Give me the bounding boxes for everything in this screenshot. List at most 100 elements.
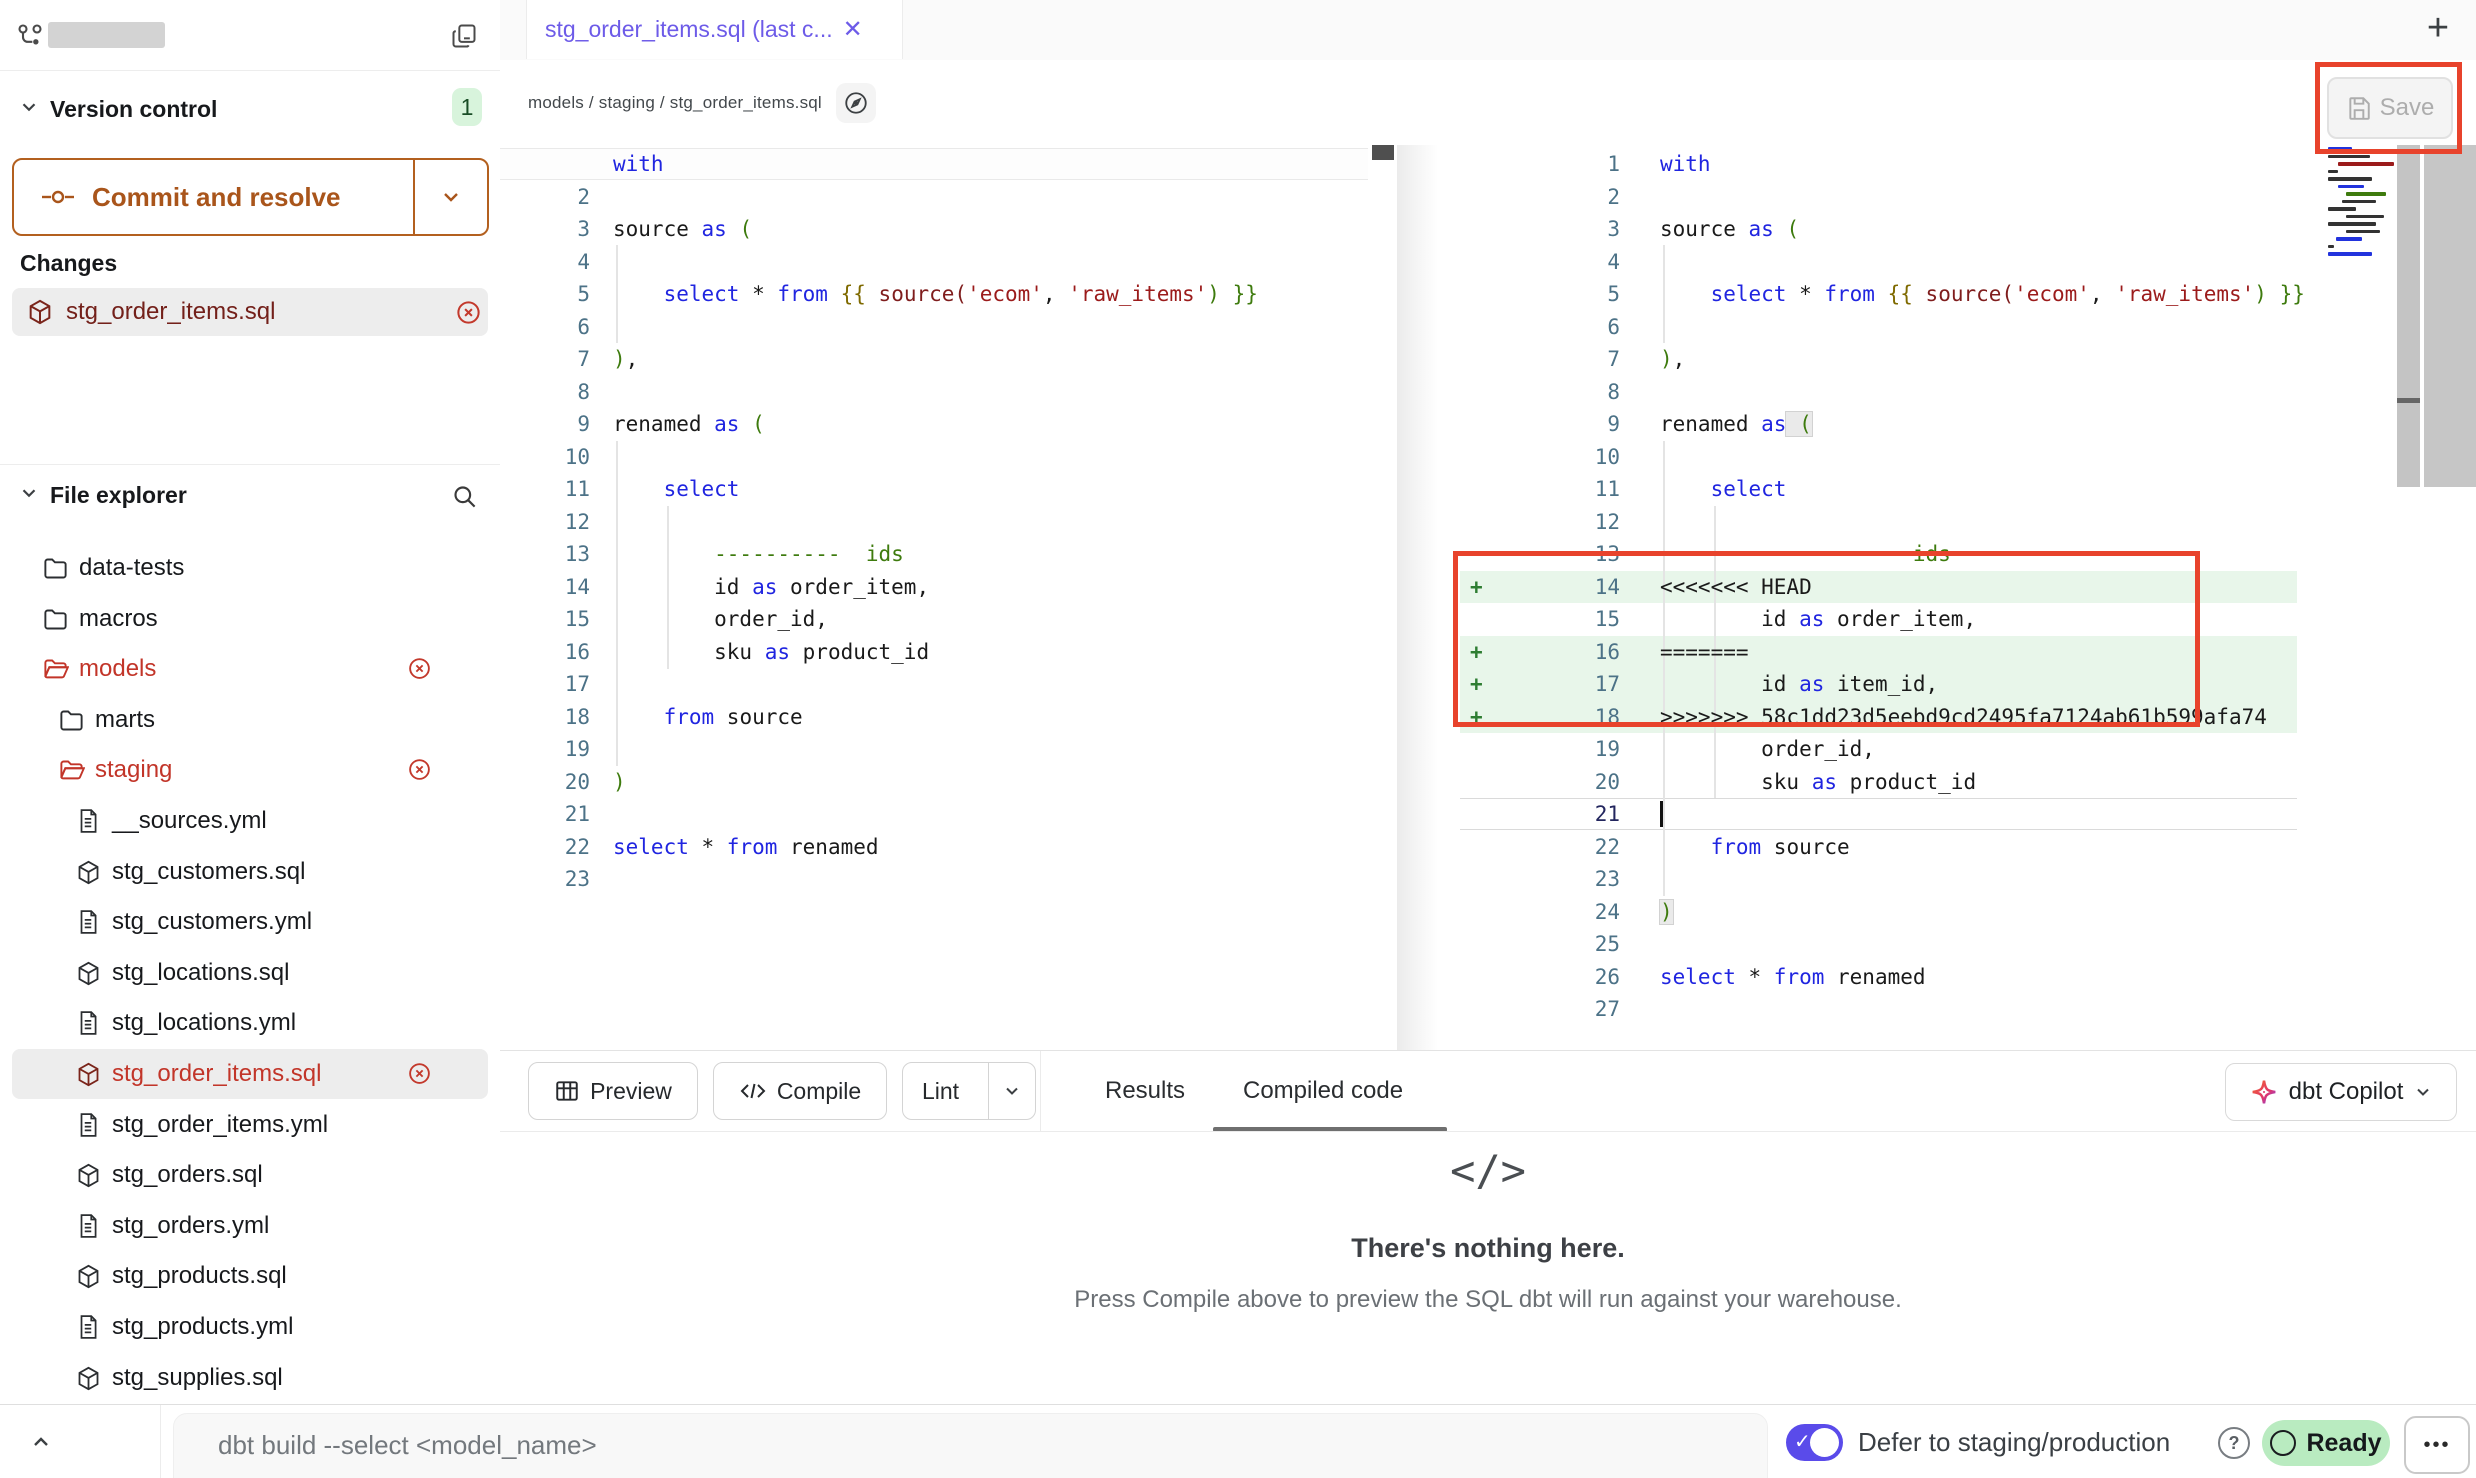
code-line-3[interactable]: 3source as ( [1460,213,2476,246]
tab-results[interactable]: Results [1105,1051,1185,1131]
minimap-slider[interactable] [2397,145,2420,487]
discard-icon[interactable] [407,656,432,681]
code-line-1[interactable]: 1with [500,148,1397,181]
editor-pane-original[interactable]: 1with23source as (45 select * from {{ so… [500,145,1397,1050]
code-line-1[interactable]: 1with [1460,148,2476,181]
code-line-7[interactable]: 7), [1460,343,2476,376]
file-item-stg_orders.sql[interactable]: stg_orders.sql [12,1150,488,1200]
minimap[interactable] [2328,147,2394,260]
file-item-stg_supplies.sql[interactable]: stg_supplies.sql [12,1353,488,1403]
code-line-5[interactable]: 5 select * from {{ source('ecom', 'raw_i… [1460,278,2476,311]
code-line-25[interactable]: 25 [1460,928,2476,961]
compile-button[interactable]: Compile [713,1062,887,1120]
changed-file-row[interactable]: stg_order_items.sql [12,288,488,336]
code-line-13[interactable]: 13 ---------- ids [500,538,1397,571]
code-line-16[interactable]: 16 sku as product_id [500,636,1397,669]
tab-stg-order-items[interactable]: stg_order_items.sql (last c... ✕ [526,0,903,59]
code-line-22[interactable]: 22select * from renamed [500,831,1397,864]
file-item-stg_products.yml[interactable]: stg_products.yml [12,1302,488,1352]
code-line-12[interactable]: 12 [500,506,1397,539]
code-line-15[interactable]: 15 id as order_item, [1460,603,2476,636]
code-line-11[interactable]: 11 select [1460,473,2476,506]
code-line-3[interactable]: 3source as ( [500,213,1397,246]
commit-and-resolve-button[interactable]: Commit and resolve [12,158,489,236]
file-item-stg_order_items.yml[interactable]: stg_order_items.yml [12,1100,488,1150]
code-line-27[interactable]: 27 [1460,993,2476,1026]
file-item-stg_locations.sql[interactable]: stg_locations.sql [12,948,488,998]
code-line-6[interactable]: 6 [1460,311,2476,344]
branch-icon[interactable] [14,20,46,52]
code-line-17[interactable]: +17 id as item_id, [1460,668,2476,701]
code-line-14[interactable]: 14 id as order_item, [500,571,1397,604]
save-button[interactable]: Save [2327,77,2453,139]
editor-pane-current[interactable]: 1with23source as (45 select * from {{ so… [1460,145,2476,1050]
left-scrollbar-thumb[interactable] [1372,145,1394,160]
code-line-13[interactable]: 13 ---------- ids [1460,538,2476,571]
copy-icon[interactable] [446,18,482,54]
code-line-19[interactable]: 19 order_id, [1460,733,2476,766]
code-line-9[interactable]: 9renamed as ( [1460,408,2476,441]
file-item-stg_customers.sql[interactable]: stg_customers.sql [12,847,488,897]
more-options-button[interactable]: ••• [2404,1416,2470,1474]
defer-toggle[interactable]: ✓ [1786,1424,1843,1461]
file-item-marts[interactable]: marts [12,695,488,745]
file-item-stg_products.sql[interactable]: stg_products.sql [12,1251,488,1301]
search-icon[interactable] [446,478,482,514]
code-line-10[interactable]: 10 [1460,441,2476,474]
expand-command-bar-icon[interactable] [16,1405,66,1478]
code-line-10[interactable]: 10 [500,441,1397,474]
code-line-15[interactable]: 15 order_id, [500,603,1397,636]
code-line-21[interactable]: 21 [500,798,1397,831]
file-explorer-collapse-icon[interactable] [14,478,44,508]
code-line-8[interactable]: 8 [1460,376,2476,409]
code-line-7[interactable]: 7), [500,343,1397,376]
code-line-17[interactable]: 17 [500,668,1397,701]
code-line-12[interactable]: 12 [1460,506,2476,539]
code-line-18[interactable]: +18>>>>>>> 58c1dd23d5eebd9cd2495fa7124ab… [1460,701,2476,734]
preview-button[interactable]: Preview [528,1062,698,1120]
version-control-collapse-icon[interactable] [14,92,44,122]
lint-dropdown-icon[interactable] [988,1063,1035,1119]
tab-close-icon[interactable]: ✕ [843,15,863,44]
code-line-18[interactable]: 18 from source [500,701,1397,734]
dbt-copilot-button[interactable]: dbt Copilot [2225,1063,2457,1121]
code-line-23[interactable]: 23 [500,863,1397,896]
file-item-__sources.yml[interactable]: __sources.yml [12,796,488,846]
code-line-21[interactable]: 21 [1460,798,2476,831]
file-item-data-tests[interactable]: data-tests [12,543,488,593]
discard-change-icon[interactable] [455,299,482,326]
discard-icon[interactable] [407,1061,432,1086]
code-line-16[interactable]: +16======= [1460,636,2476,669]
code-line-11[interactable]: 11 select [500,473,1397,506]
code-line-2[interactable]: 2 [500,181,1397,214]
file-item-stg_locations.yml[interactable]: stg_locations.yml [12,998,488,1048]
code-line-20[interactable]: 20) [500,766,1397,799]
code-line-9[interactable]: 9renamed as ( [500,408,1397,441]
new-tab-button[interactable]: + [2416,6,2460,50]
code-line-20[interactable]: 20 sku as product_id [1460,766,2476,799]
code-line-5[interactable]: 5 select * from {{ source('ecom', 'raw_i… [500,278,1397,311]
tab-compiled-code[interactable]: Compiled code [1243,1051,1403,1131]
code-line-6[interactable]: 6 [500,311,1397,344]
file-item-macros[interactable]: macros [12,594,488,644]
file-item-stg_customers.yml[interactable]: stg_customers.yml [12,897,488,947]
code-line-24[interactable]: 24) [1460,896,2476,929]
code-line-14[interactable]: +14<<<<<<< HEAD [1460,571,2476,604]
commit-dropdown-button[interactable] [413,160,487,234]
code-line-26[interactable]: 26select * from renamed [1460,961,2476,994]
help-icon[interactable]: ? [2218,1427,2250,1459]
file-item-stg_orders.yml[interactable]: stg_orders.yml [12,1201,488,1251]
code-line-22[interactable]: 22 from source [1460,831,2476,864]
code-line-4[interactable]: 4 [1460,246,2476,279]
file-item-staging[interactable]: staging [12,745,488,795]
code-line-8[interactable]: 8 [500,376,1397,409]
discard-icon[interactable] [407,757,432,782]
editor-scrollbar[interactable] [2422,145,2476,487]
command-input[interactable]: dbt build --select <model_name> [173,1413,1768,1478]
file-item-models[interactable]: models [12,644,488,694]
lineage-icon[interactable] [836,83,876,123]
code-line-2[interactable]: 2 [1460,181,2476,214]
lint-button[interactable]: Lint [902,1062,1036,1120]
code-line-4[interactable]: 4 [500,246,1397,279]
file-item-stg_order_items.sql[interactable]: stg_order_items.sql [12,1049,488,1099]
